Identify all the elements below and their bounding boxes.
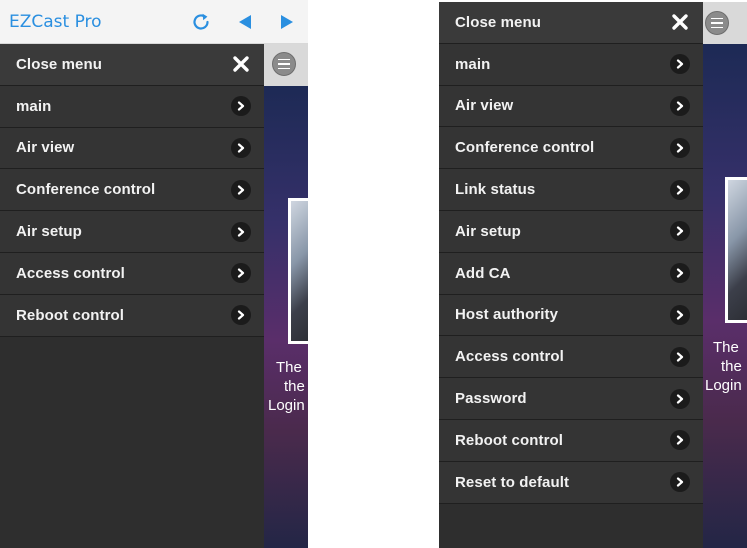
forward-arrow-icon[interactable] [274,9,300,35]
menu-item-password[interactable]: Password [439,378,703,420]
menu-item-add-ca[interactable]: Add CA [439,252,703,295]
menu-item-label: main [455,55,491,73]
app-toolbar: EZCast Pro [0,0,308,44]
chevron-right-icon [231,96,251,117]
presenter-photo [725,177,747,323]
menu-item-label: Air view [16,139,75,157]
welcome-text-fragment: The the Login [268,359,305,414]
chevron-right-icon [670,221,690,242]
close-icon[interactable] [231,54,251,74]
menu-item-label: Host authority [455,306,559,324]
menu-item-close-menu[interactable]: Close menu [439,2,703,44]
chevron-right-icon [231,221,251,242]
menu-item-label: main [16,97,52,115]
menu-item-label: Air setup [16,223,82,241]
side-menu: Close menu main Air view Conference cont… [0,44,264,548]
menu-item-air-view[interactable]: Air view [439,85,703,128]
menu-toggle-button[interactable] [272,52,296,76]
chevron-right-icon [670,263,690,284]
menu-item-access-control[interactable]: Access control [439,336,703,379]
menu-item-label: Reset to default [455,473,570,491]
menu-item-conference-control[interactable]: Conference control [0,169,264,212]
menu-item-label: Air setup [455,222,521,240]
menu-item-main[interactable]: main [0,85,264,128]
menu-item-label: Conference control [455,139,595,157]
content-header-strip [264,44,308,86]
chevron-right-icon [231,137,251,158]
menu-item-conference-control[interactable]: Conference control [439,127,703,170]
menu-item-host-authority[interactable]: Host authority [439,294,703,337]
chevron-right-icon [231,305,251,326]
menu-item-air-setup[interactable]: Air setup [0,211,264,253]
menu-item-close-menu[interactable]: Close menu [0,44,264,86]
menu-item-label: Close menu [455,13,542,31]
menu-item-label: Air view [455,97,514,115]
chevron-right-icon [670,472,690,493]
chevron-right-icon [670,137,690,158]
left-phone-screen: EZCast Pro The the Login Close menu main… [0,0,308,548]
side-menu: Close menu main Air view Conference cont… [439,2,703,548]
menu-item-label: Access control [16,264,125,282]
menu-item-label: Reboot control [455,431,564,449]
chevron-right-icon [670,430,690,451]
close-icon[interactable] [670,12,690,32]
menu-item-label: Close menu [16,55,103,73]
chevron-right-icon [231,179,251,200]
menu-item-reboot-control[interactable]: Reboot control [439,419,703,462]
back-arrow-icon[interactable] [232,9,258,35]
menu-item-reboot-control[interactable]: Reboot control [0,294,264,337]
content-header-strip [701,2,747,44]
chevron-right-icon [670,179,690,200]
presenter-photo [288,198,308,344]
menu-item-air-view[interactable]: Air view [0,127,264,170]
chevron-right-icon [231,263,251,284]
menu-item-label: Conference control [16,181,156,199]
menu-item-link-status[interactable]: Link status [439,169,703,211]
menu-item-access-control[interactable]: Access control [0,252,264,295]
chevron-right-icon [670,95,690,116]
app-title: EZCast Pro [9,12,102,32]
menu-item-main[interactable]: main [439,43,703,86]
menu-item-label: Password [455,390,527,408]
menu-item-label: Add CA [455,264,511,282]
menu-item-label: Access control [455,348,564,366]
menu-item-air-setup[interactable]: Air setup [439,210,703,253]
menu-item-label: Link status [455,181,536,199]
right-phone-screen: The the Login Close menu main Air view C… [439,0,747,548]
chevron-right-icon [670,304,690,325]
menu-item-reset-to-default[interactable]: Reset to default [439,461,703,504]
welcome-text-fragment: The the Login [705,339,742,394]
menu-toggle-button[interactable] [705,11,729,35]
hamburger-icon [278,57,290,70]
hamburger-icon [711,16,723,29]
refresh-icon[interactable] [188,9,214,35]
menu-item-label: Reboot control [16,306,125,324]
chevron-right-icon [670,346,690,367]
chevron-right-icon [670,388,690,409]
chevron-right-icon [670,54,690,75]
